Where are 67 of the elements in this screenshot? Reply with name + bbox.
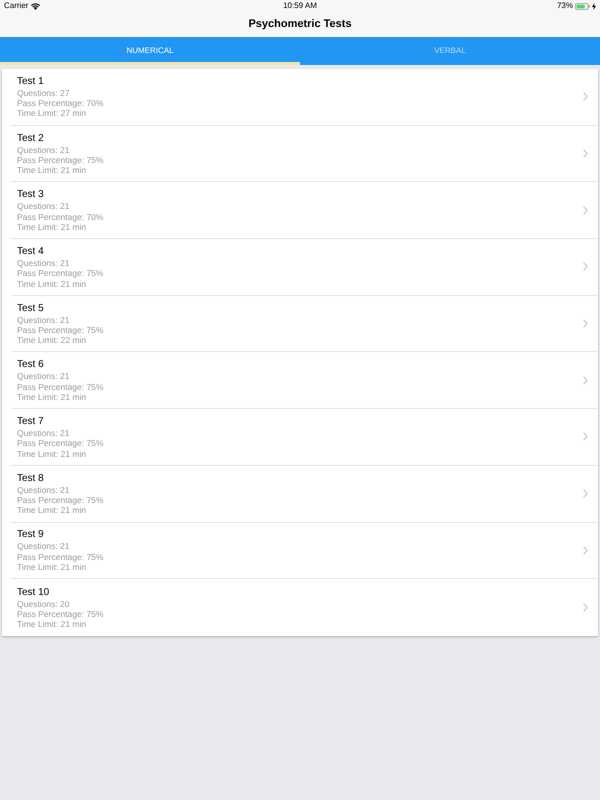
test-list-item[interactable]: Test 5 Questions: 21 Pass Percentage: 75% Time Limit: 22 min	[11, 296, 598, 352]
test-list-item[interactable]: Test 1 Questions: 27 Pass Percentage: 70% Time Limit: 27 min	[11, 69, 598, 126]
wifi-icon	[31, 2, 40, 10]
test-list-item[interactable]: Test 6 Questions: 21 Pass Percentage: 75% Time Limit: 21 min	[11, 352, 598, 410]
pass-percentage: Pass Percentage: 75%	[17, 552, 104, 562]
battery-icon	[575, 2, 590, 10]
time-limit: Time Limit: 21 min	[17, 448, 88, 459]
chevron-right-icon	[583, 489, 588, 498]
chevron-right-icon	[583, 262, 588, 272]
chevron-right-icon	[583, 92, 588, 102]
test-list-item[interactable]: Test 3 Questions: 21 Pass Percentage: 70% Time Limit: 21 min	[11, 182, 598, 240]
time-limit: Time Limit: 21 min	[17, 222, 88, 232]
test-title: Test 8	[17, 472, 45, 485]
time-limit: Time Limit: 21 min	[17, 278, 88, 289]
status-time: 10:59 AM	[283, 2, 317, 10]
pass-percentage: Pass Percentage: 75%	[17, 268, 104, 279]
carrier-label: Carrier	[4, 2, 28, 10]
questions-count: Questions: 21	[17, 484, 70, 495]
test-list-item[interactable]: Test 10 Questions: 20 Pass Percentage: 75% Time Limit: 21 min	[11, 579, 598, 636]
test-title: Test 4	[17, 246, 45, 258]
questions-count: Questions: 21	[17, 371, 70, 382]
pass-percentage: Pass Percentage: 75%	[17, 324, 104, 336]
test-list-item[interactable]: Test 7 Questions: 21 Pass Percentage: 75% Time Limit: 21 min	[11, 409, 598, 466]
pass-percentage: Pass Percentage: 75%	[17, 608, 104, 620]
chevron-right-icon	[583, 149, 588, 158]
screen-title: Psychometric Tests	[248, 17, 352, 32]
chevron-right-icon	[583, 206, 588, 215]
test-list-item[interactable]: Test 9 Questions: 21 Pass Percentage: 75% Time Limit: 21 min	[11, 522, 598, 580]
test-list-item[interactable]: Test 4 Questions: 21 Pass Percentage: 75% Time Limit: 21 min	[11, 239, 598, 296]
pass-percentage: Pass Percentage: 75%	[17, 495, 104, 506]
questions-count: Questions: 21	[17, 541, 70, 552]
test-list-item[interactable]: Test 8 Questions: 21 Pass Percentage: 75% Time Limit: 21 min	[11, 466, 598, 522]
pass-percentage: Pass Percentage: 70%	[17, 98, 104, 108]
test-list-item[interactable]: Test 2 Questions: 21 Pass Percentage: 75% Time Limit: 21 min	[11, 126, 598, 182]
test-title: Test 3	[17, 189, 45, 202]
chevron-right-icon	[583, 603, 588, 612]
time-limit: Time Limit: 21 min	[17, 562, 88, 572]
questions-count: Questions: 27	[17, 88, 70, 98]
time-limit: Time Limit: 21 min	[17, 392, 88, 402]
charging-bolt-icon	[592, 2, 596, 10]
questions-count: Questions: 21	[17, 201, 70, 212]
questions-count: Questions: 20	[17, 598, 70, 609]
questions-count: Questions: 21	[17, 428, 70, 438]
pass-percentage: Pass Percentage: 75%	[17, 438, 104, 449]
questions-count: Questions: 21	[17, 258, 70, 268]
pass-percentage: Pass Percentage: 70%	[17, 212, 104, 222]
time-limit: Time Limit: 21 min	[17, 165, 88, 176]
time-limit: Time Limit: 21 min	[17, 505, 88, 516]
time-limit: Time Limit: 27 min	[17, 108, 88, 119]
test-title: Test 2	[17, 132, 45, 145]
chevron-right-icon	[583, 546, 588, 555]
time-limit: Time Limit: 22 min	[17, 335, 88, 346]
chevron-right-icon	[583, 319, 588, 328]
test-title: Test 10	[17, 586, 50, 599]
chevron-right-icon	[583, 432, 588, 442]
test-title: Test 6	[17, 359, 45, 372]
test-title: Test 9	[17, 529, 45, 542]
chevron-right-icon	[583, 376, 588, 385]
pass-percentage: Pass Percentage: 75%	[17, 382, 104, 392]
test-title: Test 1	[17, 76, 45, 88]
test-title: Test 5	[17, 302, 45, 315]
test-title: Test 7	[17, 416, 45, 428]
questions-count: Questions: 21	[17, 144, 70, 155]
pass-percentage: Pass Percentage: 75%	[17, 154, 104, 166]
questions-count: Questions: 21	[17, 314, 70, 325]
battery-percent: 73%	[556, 2, 573, 10]
time-limit: Time Limit: 21 min	[17, 619, 88, 630]
